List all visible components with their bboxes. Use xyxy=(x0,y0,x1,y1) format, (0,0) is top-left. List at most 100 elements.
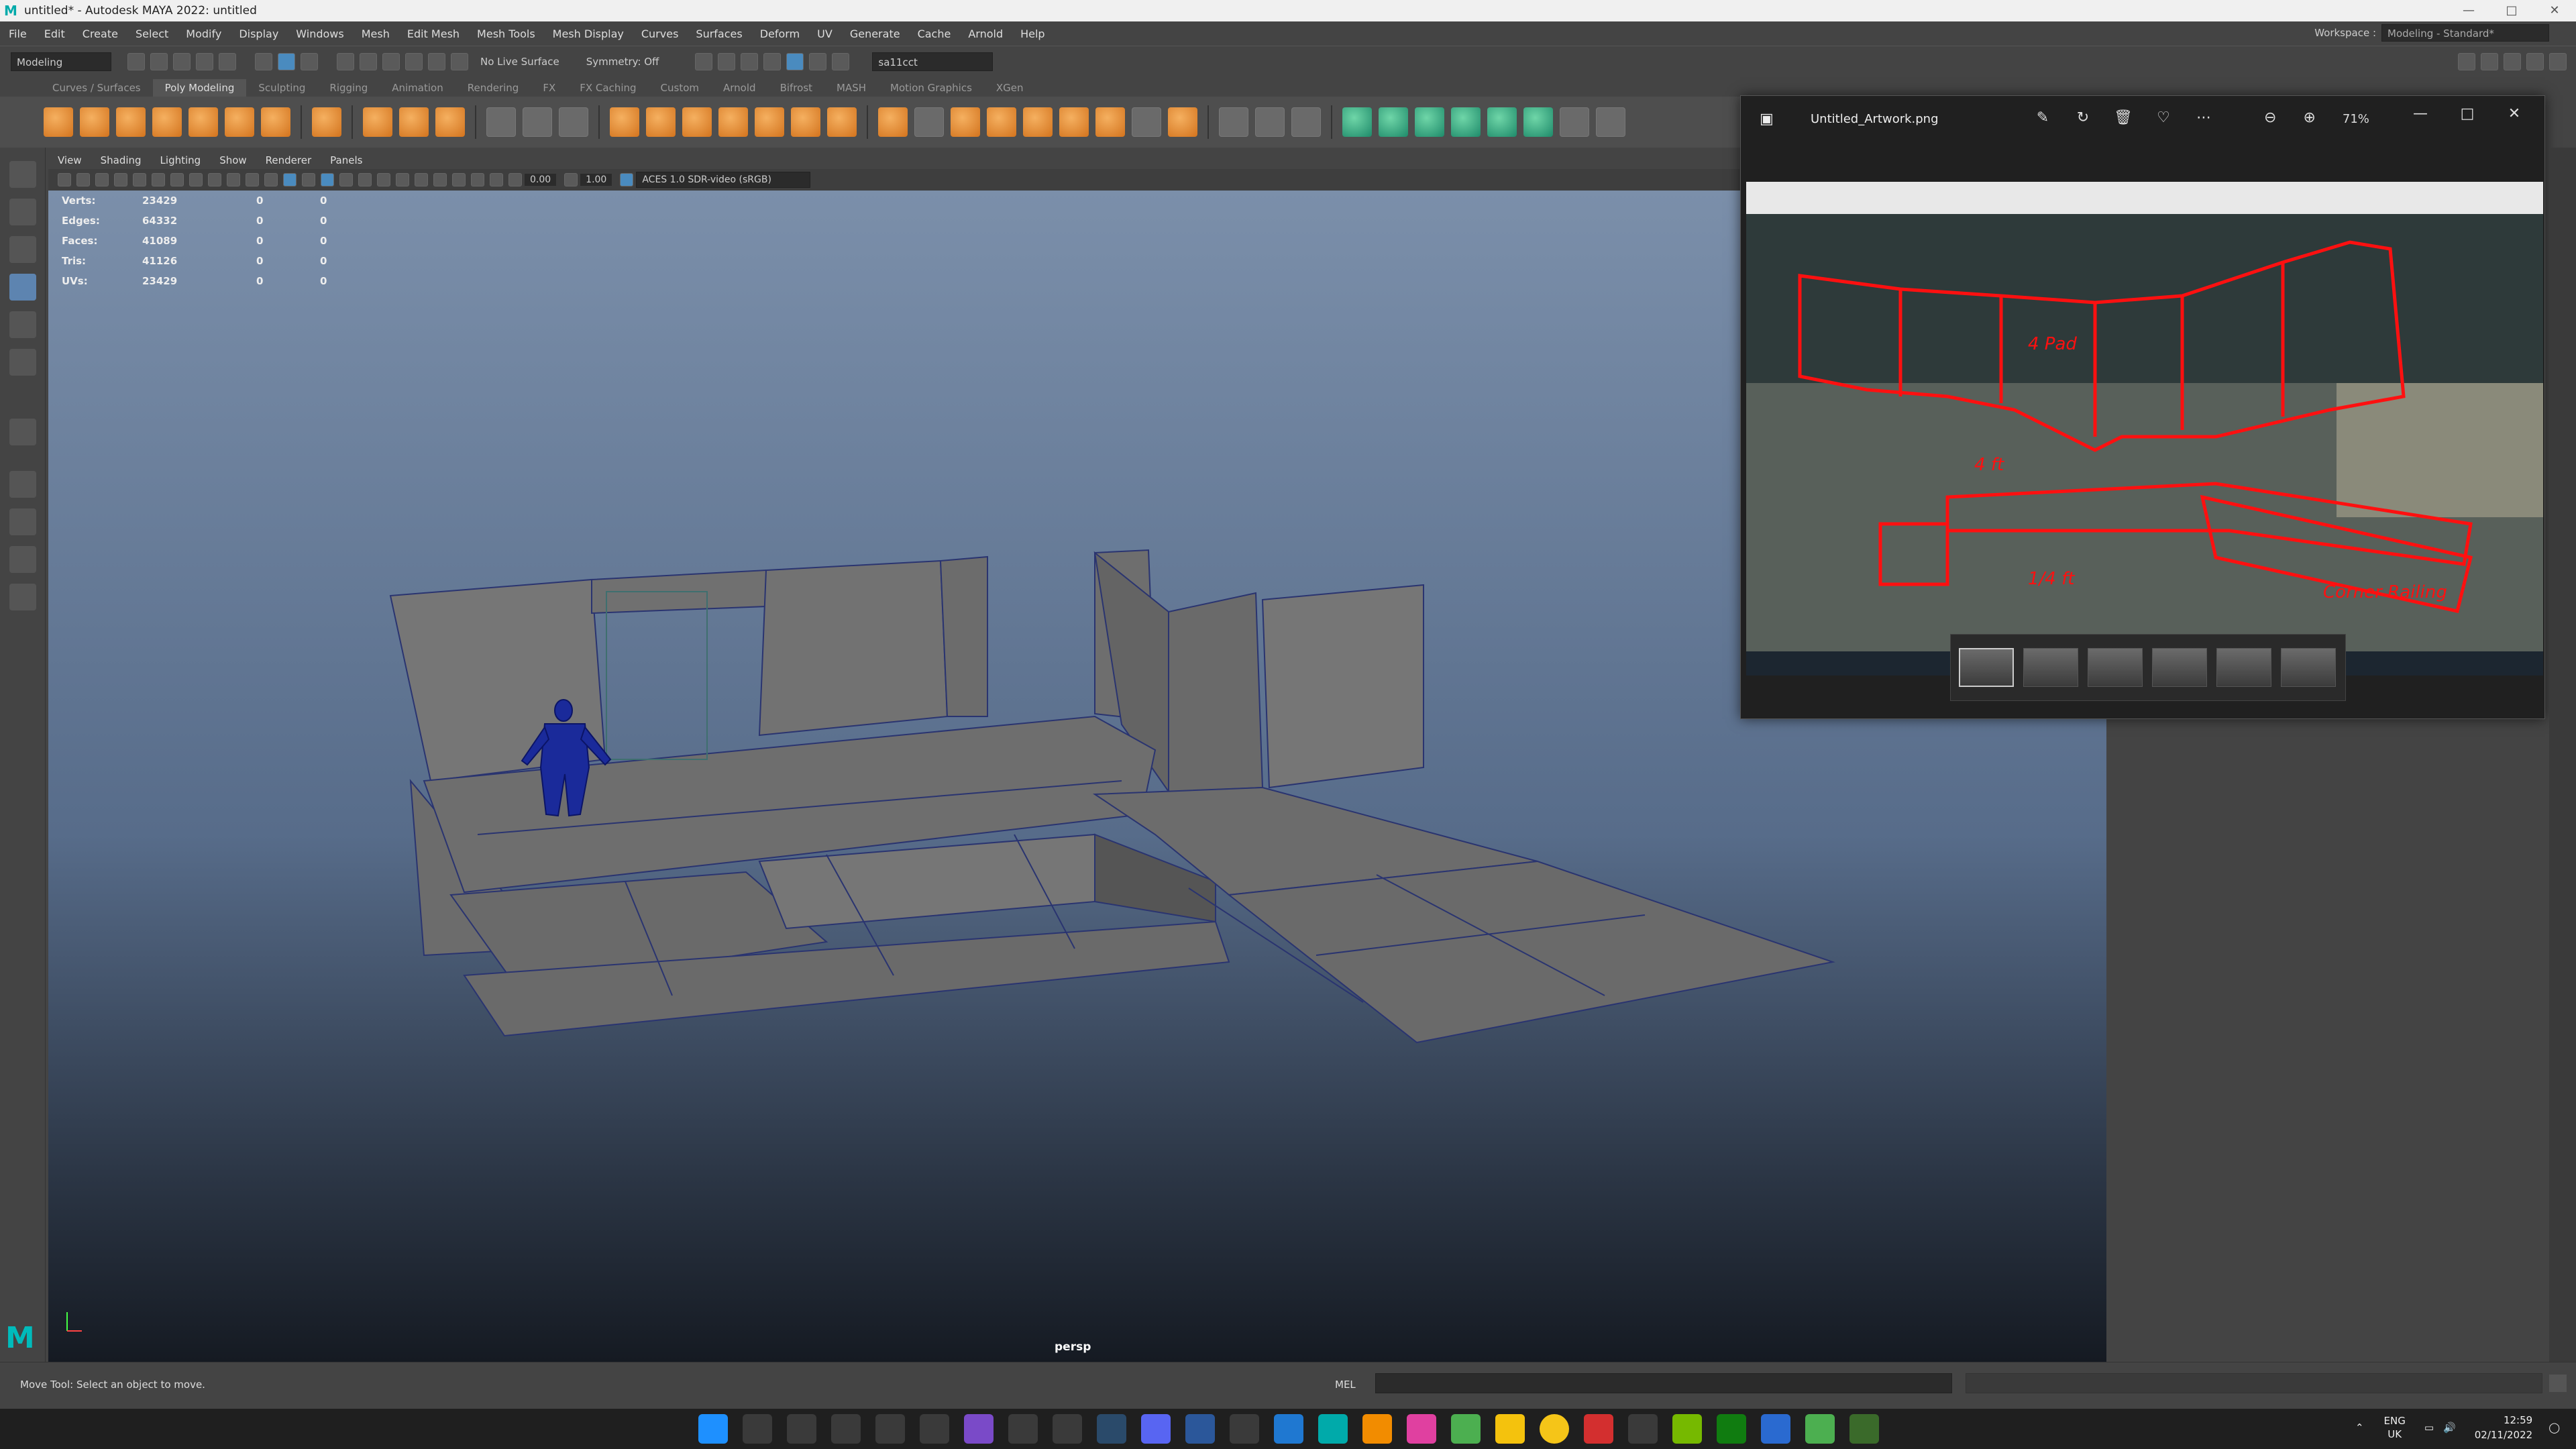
platonic-solid-icon[interactable] xyxy=(312,107,341,137)
gate-mask-icon[interactable] xyxy=(208,173,221,186)
menu-edit[interactable]: Edit xyxy=(36,28,74,40)
new-scene-icon[interactable] xyxy=(127,52,145,70)
menu-help[interactable]: Help xyxy=(1012,28,1053,40)
boolean-difference-icon[interactable] xyxy=(755,107,784,137)
obs-icon[interactable] xyxy=(920,1414,949,1444)
resolution-gate-icon[interactable] xyxy=(189,173,203,186)
bookmark-icon[interactable] xyxy=(95,173,109,186)
hypershade-icon[interactable] xyxy=(786,52,804,70)
nvidia-icon[interactable] xyxy=(1672,1414,1702,1444)
snap-pivot-icon[interactable] xyxy=(451,52,468,70)
move-tool-icon[interactable] xyxy=(9,274,36,301)
unfold-icon[interactable] xyxy=(1560,107,1589,137)
zoom-out-icon[interactable]: ⊖ xyxy=(2264,109,2276,126)
poly-cone-icon[interactable] xyxy=(152,107,182,137)
outliner-icon[interactable] xyxy=(2549,52,2567,70)
more-options-icon[interactable]: ⋯ xyxy=(2184,109,2224,126)
poke-icon[interactable] xyxy=(1059,107,1089,137)
open-scene-icon[interactable] xyxy=(150,52,168,70)
boolean-intersection-icon[interactable] xyxy=(791,107,820,137)
image-plane-icon[interactable] xyxy=(114,173,127,186)
filmstrip-thumbnail[interactable] xyxy=(2152,648,2207,687)
menu-generate[interactable]: Generate xyxy=(841,28,909,40)
poly-cylinder-icon[interactable] xyxy=(116,107,146,137)
menu-create[interactable]: Create xyxy=(74,28,127,40)
paint-select-icon[interactable] xyxy=(9,236,36,263)
ipr-render-icon[interactable] xyxy=(741,52,759,70)
snap-point-icon[interactable] xyxy=(382,52,400,70)
menu-mesh-display[interactable]: Mesh Display xyxy=(544,28,633,40)
shelf-tab-rendering[interactable]: Rendering xyxy=(455,79,531,97)
shelf-tab-arnold[interactable]: Arnold xyxy=(711,79,768,97)
smooth-shade-icon[interactable] xyxy=(283,173,297,186)
modeling-toolkit-icon[interactable] xyxy=(2458,52,2475,70)
photos-close-button[interactable]: ✕ xyxy=(2491,105,2538,122)
poly-type-icon[interactable] xyxy=(399,107,429,137)
mirror-icon[interactable] xyxy=(559,107,588,137)
snap-grid-icon[interactable] xyxy=(337,52,354,70)
file-explorer-icon[interactable] xyxy=(1495,1414,1525,1444)
volume-icon[interactable]: 🔊 xyxy=(2443,1421,2456,1434)
rotate-tool-icon[interactable] xyxy=(9,311,36,338)
insert-edge-loop-icon[interactable] xyxy=(1255,107,1285,137)
snap-surface-icon[interactable] xyxy=(428,52,445,70)
render-region-icon[interactable] xyxy=(695,52,713,70)
start-icon[interactable] xyxy=(698,1414,728,1444)
fill-hole-icon[interactable] xyxy=(951,107,980,137)
photos-maximize-button[interactable]: □ xyxy=(2444,105,2491,122)
minecraft-icon[interactable] xyxy=(1849,1414,1879,1444)
unity-icon[interactable] xyxy=(875,1414,905,1444)
scale-tool-icon[interactable] xyxy=(9,349,36,376)
poly-cube-icon[interactable] xyxy=(80,107,109,137)
last-tool-icon[interactable] xyxy=(9,419,36,445)
shelf-tab-xgen[interactable]: XGen xyxy=(984,79,1036,97)
shelf-tab-animation[interactable]: Animation xyxy=(380,79,455,97)
chrome-icon[interactable] xyxy=(1451,1414,1481,1444)
separate-icon[interactable] xyxy=(646,107,676,137)
four-view-layout-icon[interactable] xyxy=(9,508,36,535)
xbox-icon[interactable] xyxy=(1717,1414,1746,1444)
view-transform-dropdown[interactable]: ACES 1.0 SDR-video (sRGB) xyxy=(636,172,811,188)
filmstrip-thumbnail[interactable] xyxy=(2216,648,2271,687)
edit-image-icon[interactable]: ✎ xyxy=(2023,109,2063,126)
menu-mesh-tools[interactable]: Mesh Tools xyxy=(468,28,544,40)
menu-set-dropdown[interactable]: Modeling xyxy=(11,52,111,71)
combine-icon[interactable] xyxy=(610,107,639,137)
exposure-field[interactable]: 0.00 xyxy=(525,174,557,186)
menu-modify[interactable]: Modify xyxy=(177,28,230,40)
paint-icon[interactable] xyxy=(1761,1414,1790,1444)
textured-icon[interactable] xyxy=(339,173,353,186)
menu-display[interactable]: Display xyxy=(230,28,287,40)
bevel-icon[interactable] xyxy=(914,107,944,137)
steam-icon[interactable] xyxy=(1097,1414,1126,1444)
viewport-menu-panels[interactable]: Panels xyxy=(321,154,372,166)
isolate-select-icon[interactable] xyxy=(452,173,466,186)
unreal-engine-icon[interactable] xyxy=(743,1414,772,1444)
bridge-app-icon[interactable] xyxy=(1274,1414,1303,1444)
wireframe-on-shaded-icon[interactable] xyxy=(321,173,334,186)
boolean-union-icon[interactable] xyxy=(718,107,748,137)
extract-icon[interactable] xyxy=(682,107,712,137)
zoom-in-icon[interactable]: ⊕ xyxy=(2303,109,2315,126)
persp-outliner-layout-icon[interactable] xyxy=(9,546,36,573)
menu-uv[interactable]: UV xyxy=(808,28,841,40)
lasso-tool-icon[interactable] xyxy=(9,199,36,225)
collapse-icon[interactable] xyxy=(1095,107,1125,137)
color-management-icon[interactable] xyxy=(620,173,634,186)
unreal-engine-2-icon[interactable] xyxy=(831,1414,861,1444)
command-input[interactable] xyxy=(1375,1373,1952,1393)
shadows-icon[interactable] xyxy=(377,173,390,186)
bridge-edge-icon[interactable] xyxy=(1132,107,1161,137)
rotate-icon[interactable]: ↻ xyxy=(2063,109,2103,126)
show-hidden-icons-icon[interactable]: ⌃ xyxy=(2355,1421,2364,1434)
render-view-icon[interactable] xyxy=(809,52,827,70)
menu-edit-mesh[interactable]: Edit Mesh xyxy=(398,28,468,40)
xray-joints-icon[interactable] xyxy=(490,173,503,186)
shelf-tab-custom[interactable]: Custom xyxy=(649,79,711,97)
viewport-menu-show[interactable]: Show xyxy=(210,154,256,166)
word-icon[interactable] xyxy=(1185,1414,1215,1444)
display-icon[interactable]: ▭ xyxy=(2424,1421,2434,1434)
append-polygon-icon[interactable] xyxy=(987,107,1016,137)
xray-icon[interactable] xyxy=(471,173,484,186)
close-button[interactable]: ✕ xyxy=(2533,0,2576,21)
